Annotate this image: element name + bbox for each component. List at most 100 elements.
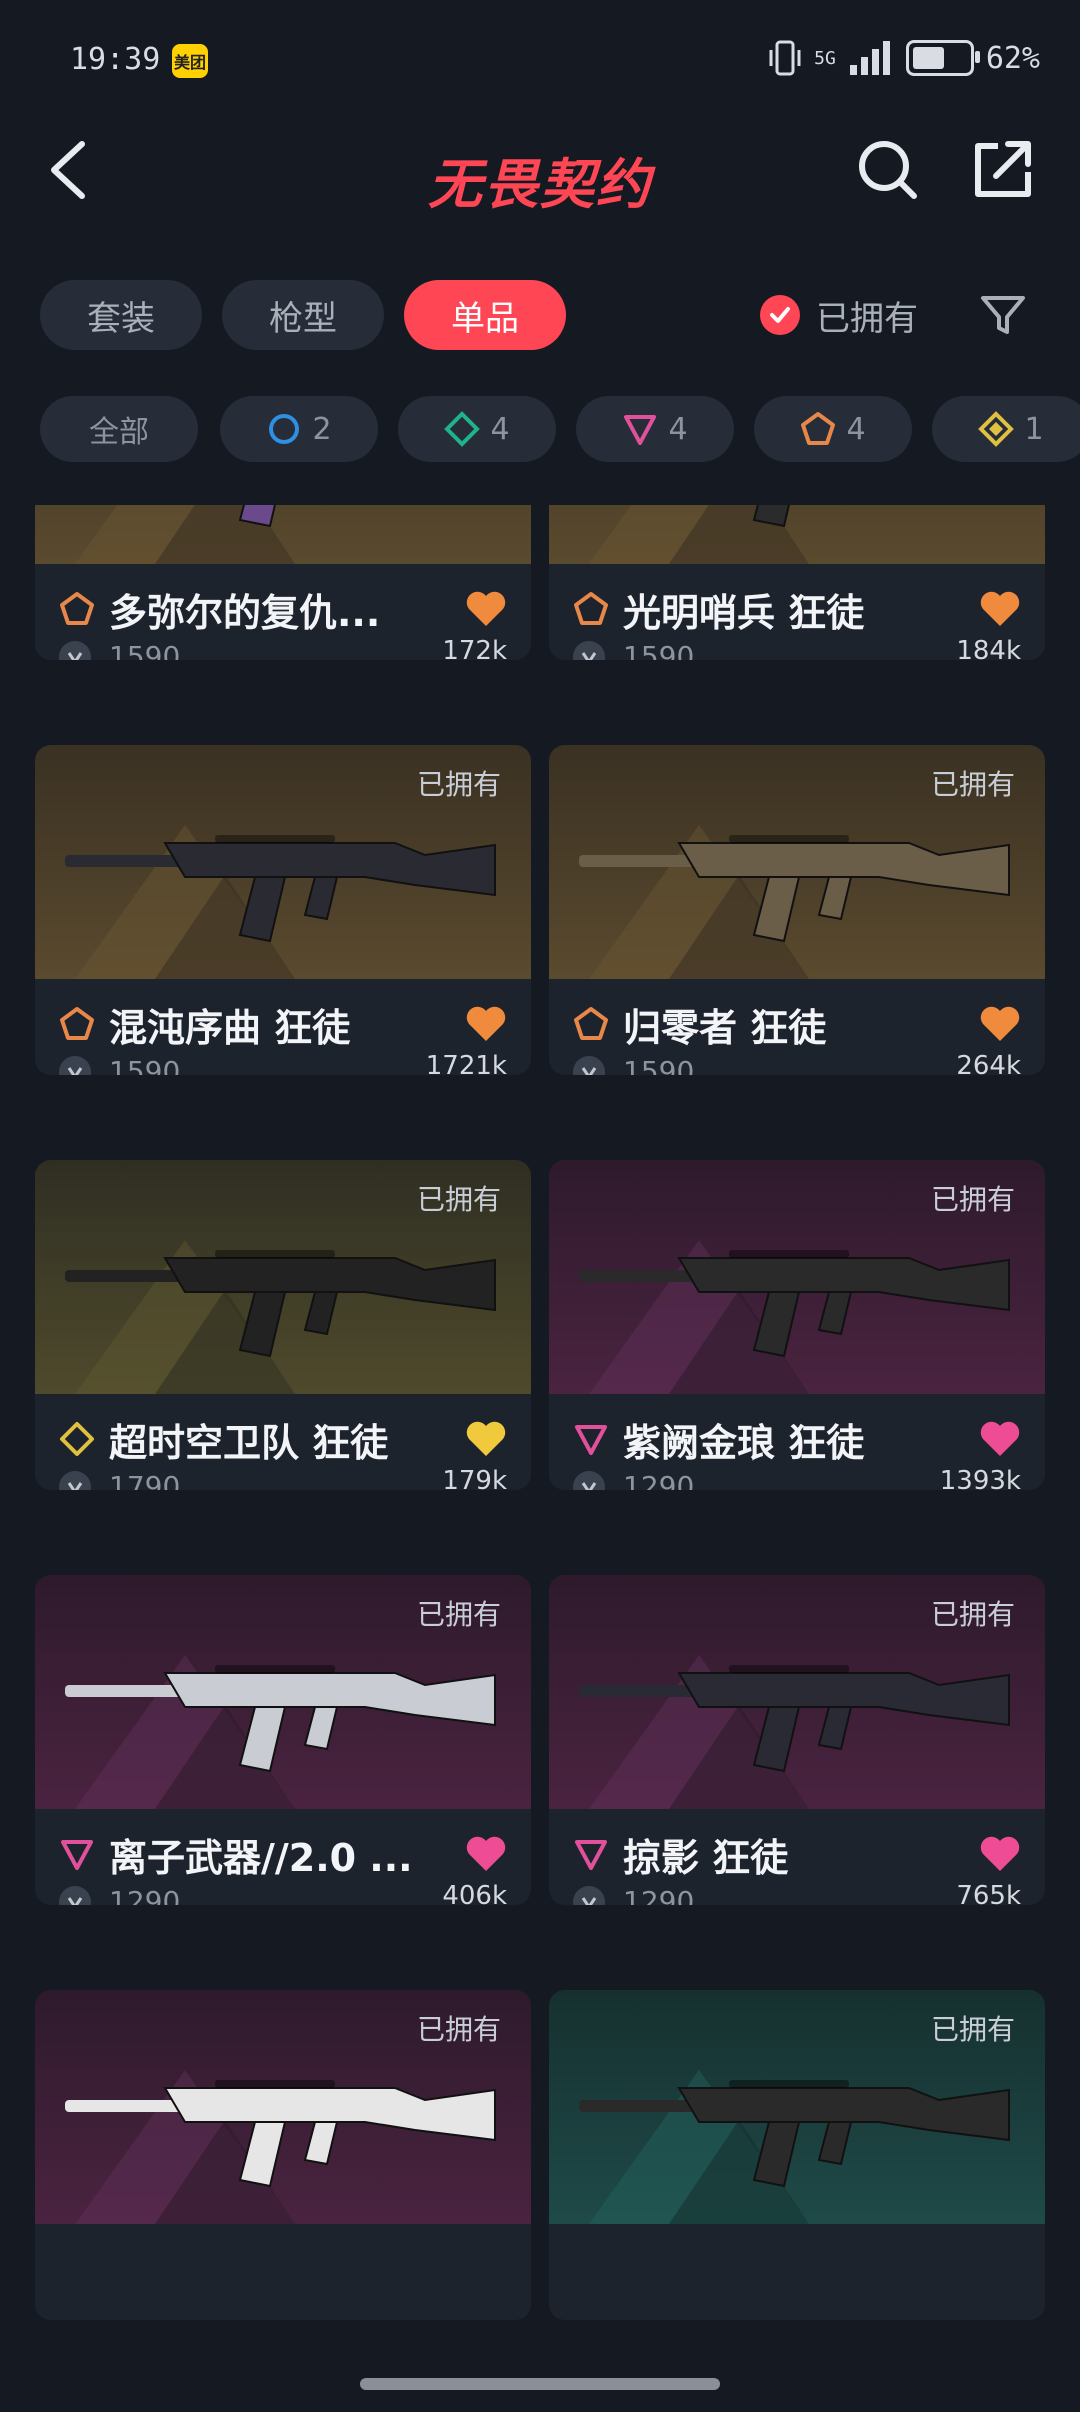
item-name: 离子武器//2.0 ...	[109, 1835, 413, 1880]
item-name: 归零者 狂徒	[623, 1005, 827, 1050]
vp-currency-icon	[573, 1470, 605, 1490]
meituan-badge-icon: 美团	[172, 44, 208, 78]
owned-filter-toggle[interactable]: 已拥有	[760, 280, 918, 350]
item-name: 超时空卫队 狂徒	[109, 1420, 389, 1465]
heart-icon[interactable]	[465, 590, 507, 628]
triangle-tier-icon	[575, 1425, 607, 1455]
weapon-image: 已拥有	[35, 745, 531, 979]
tab-single-items[interactable]: 单品	[404, 280, 566, 350]
item-price: 1590	[623, 1055, 695, 1075]
weapon-image: 已拥有	[35, 1575, 531, 1809]
chip-tier-hexagon[interactable]: 1	[932, 396, 1080, 462]
tab-label: 枪型	[269, 298, 337, 339]
heart-icon[interactable]	[979, 1835, 1021, 1873]
weapon-image: 已拥有	[549, 1990, 1045, 2224]
tab-weapon-type[interactable]: 枪型	[222, 280, 384, 350]
price-row: 1290	[573, 1470, 694, 1490]
vp-currency-icon	[59, 640, 91, 660]
weapon-image: 已拥有	[549, 1160, 1045, 1394]
chip-tier-pentagon[interactable]: 4	[754, 396, 912, 462]
item-name-row: 归零者 狂徒	[573, 999, 1021, 1050]
like-count: 179k	[442, 1466, 507, 1490]
chip-all[interactable]: 全部	[40, 396, 198, 462]
owned-tag: 已拥有	[930, 768, 1015, 801]
filter-icon[interactable]	[978, 290, 1028, 340]
item-name-row: 混沌序曲 狂徒	[59, 999, 507, 1050]
item-card[interactable]: 已拥有	[35, 1990, 531, 2320]
diamond-tier-icon	[444, 411, 481, 447]
weapon-image	[35, 505, 531, 564]
chip-label: 全部	[89, 415, 149, 450]
chip-tier-circle[interactable]: 2	[220, 396, 378, 462]
check-icon	[760, 295, 800, 335]
item-card[interactable]: 多弥尔的复仇... 1590 172k	[35, 505, 531, 660]
gesture-bar[interactable]	[360, 2378, 720, 2390]
vp-currency-icon	[59, 1470, 91, 1490]
heart-icon[interactable]	[465, 1005, 507, 1043]
item-name-row: 掠影 狂徒	[573, 1829, 1021, 1880]
pentagon-tier-icon	[60, 1007, 94, 1040]
item-name-row: 光明哨兵 狂徒	[573, 584, 1021, 635]
hexagon-tier-icon	[978, 411, 1015, 447]
vp-currency-icon	[59, 1055, 91, 1075]
item-price: 1290	[109, 1885, 181, 1905]
triangle-tier-icon	[61, 1840, 93, 1870]
item-card[interactable]: 已拥有 归零者 狂徒 1590 264k	[549, 745, 1045, 1075]
chip-count: 2	[312, 411, 332, 447]
item-name: 光明哨兵 狂徒	[623, 590, 865, 635]
item-card[interactable]: 已拥有 离子武器//2.0 ... 1290 406k	[35, 1575, 531, 1905]
pentagon-tier-icon	[574, 1007, 608, 1040]
item-card[interactable]: 已拥有	[549, 1990, 1045, 2320]
heart-icon[interactable]	[465, 1420, 507, 1458]
like-count: 765k	[956, 1881, 1021, 1905]
item-name-row: 超时空卫队 狂徒	[59, 1414, 507, 1465]
tab-bundles[interactable]: 套装	[40, 280, 202, 350]
heart-icon[interactable]	[465, 1835, 507, 1873]
item-card[interactable]: 已拥有 紫阙金琅 狂徒 1290 1393k	[549, 1160, 1045, 1490]
item-name: 混沌序曲 狂徒	[109, 1005, 351, 1050]
chip-count: 1	[1024, 411, 1044, 447]
heart-icon[interactable]	[979, 590, 1021, 628]
item-name-row: 多弥尔的复仇...	[59, 584, 507, 635]
heart-icon[interactable]	[979, 1005, 1021, 1043]
signal-icon	[849, 41, 890, 75]
chip-count: 4	[846, 411, 866, 447]
owned-filter-label: 已拥有	[816, 298, 918, 339]
triangle-tier-icon	[624, 415, 657, 445]
share-icon[interactable]	[968, 134, 1038, 204]
vp-currency-icon	[573, 640, 605, 660]
vp-currency-icon	[59, 1885, 91, 1905]
price-row: 1590	[59, 640, 180, 660]
header: 无畏契约	[0, 120, 1080, 220]
item-card[interactable]: 光明哨兵 狂徒 1590 184k	[549, 505, 1045, 660]
owned-tag: 已拥有	[416, 2013, 501, 2046]
item-price: 1290	[623, 1470, 695, 1490]
weapon-image	[549, 505, 1045, 564]
heart-icon[interactable]	[979, 1420, 1021, 1458]
chip-count: 4	[668, 411, 688, 447]
tab-label: 套装	[87, 298, 155, 339]
item-card[interactable]: 已拥有 超时空卫队 狂徒 1790 179k	[35, 1160, 531, 1490]
chip-tier-triangle[interactable]: 4	[576, 396, 734, 462]
vibrate-icon	[769, 40, 801, 76]
item-name: 紫阙金琅 狂徒	[623, 1420, 865, 1465]
weapon-image: 已拥有	[35, 1990, 531, 2224]
item-card[interactable]: 已拥有 混沌序曲 狂徒 1590 1721k	[35, 745, 531, 1075]
price-row: 1290	[573, 1885, 694, 1905]
search-icon[interactable]	[852, 134, 922, 204]
price-row: 1590	[59, 1055, 180, 1075]
weapon-image: 已拥有	[35, 1160, 531, 1394]
like-count: 1721k	[425, 1051, 507, 1075]
item-price: 1590	[623, 640, 695, 660]
weapon-image: 已拥有	[549, 1575, 1045, 1809]
item-price: 1590	[109, 1055, 181, 1075]
like-count: 406k	[442, 1881, 507, 1905]
price-row: 1790	[59, 1470, 180, 1490]
item-card[interactable]: 已拥有 掠影 狂徒 1290 765k	[549, 1575, 1045, 1905]
owned-tag: 已拥有	[416, 1598, 501, 1631]
item-name-row: 离子武器//2.0 ...	[59, 1829, 507, 1880]
triangle-tier-icon	[575, 1840, 607, 1870]
tab-label: 单品	[451, 298, 519, 339]
like-count: 184k	[956, 636, 1021, 660]
chip-tier-diamond[interactable]: 4	[398, 396, 556, 462]
